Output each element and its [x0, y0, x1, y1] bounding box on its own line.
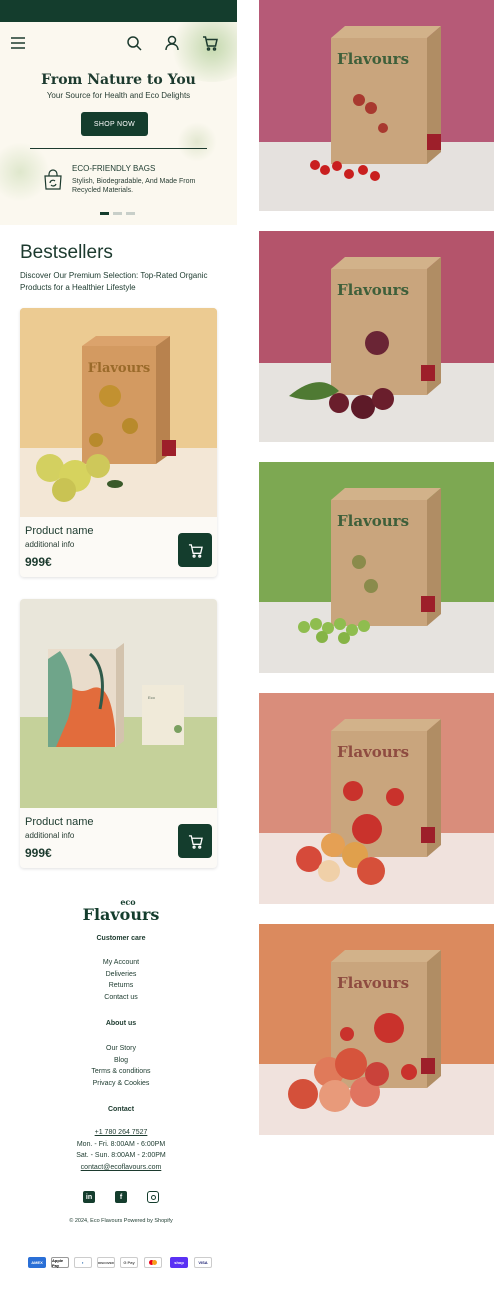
- phone-link[interactable]: +1 780 264 7527: [0, 1127, 242, 1139]
- shop-now-button[interactable]: SHOP NOW: [81, 112, 148, 136]
- add-to-cart-button[interactable]: [178, 824, 212, 858]
- mastercard-icon: [144, 1257, 162, 1268]
- svg-text:Flavours: Flavours: [337, 512, 409, 530]
- product-price: 999€: [25, 846, 52, 860]
- footer-links-about: Our Story Blog Terms & conditions Privac…: [0, 1043, 242, 1089]
- apple-pay-icon: Apple Pay: [51, 1257, 69, 1268]
- product-name[interactable]: Product name: [25, 525, 93, 537]
- hero-subtitle: Your Source for Health and Eco Delights: [46, 91, 191, 100]
- slider-dot[interactable]: [100, 212, 109, 215]
- leaf-decoration: [177, 122, 217, 162]
- cart-icon: [188, 543, 203, 558]
- footer-link-privacy[interactable]: Privacy & Cookies: [0, 1078, 242, 1090]
- footer-link-blog[interactable]: Blog: [0, 1055, 242, 1067]
- svg-text:Flavours: Flavours: [337, 974, 409, 992]
- footer-link-terms[interactable]: Terms & conditions: [0, 1066, 242, 1078]
- shop-pay-icon: shop: [170, 1257, 188, 1268]
- product-image[interactable]: Eco: [20, 599, 217, 808]
- discover-icon: DISCOVER: [97, 1257, 115, 1268]
- svg-text:Flavours: Flavours: [337, 281, 409, 299]
- facebook-icon[interactable]: f: [115, 1191, 127, 1203]
- footer-logo[interactable]: eco Flavours: [0, 898, 242, 924]
- search-icon[interactable]: [125, 34, 143, 52]
- footer-heading: Contact: [107, 1106, 135, 1113]
- footer-link-our-story[interactable]: Our Story: [0, 1043, 242, 1055]
- product-price: 999€: [25, 555, 52, 569]
- email-link[interactable]: contact@ecoflavours.com: [0, 1162, 242, 1174]
- cart-icon: [188, 834, 203, 849]
- product-image[interactable]: Flavours: [20, 308, 217, 517]
- product-info: additional info: [25, 831, 75, 840]
- google-pay-icon: G Pay: [120, 1257, 138, 1268]
- footer-heading: About us: [105, 1020, 137, 1027]
- product-card[interactable]: Flavours Product name additional info 99…: [20, 308, 217, 577]
- instagram-icon[interactable]: [147, 1191, 159, 1203]
- footer-link-deliveries[interactable]: Deliveries: [0, 969, 242, 981]
- footer-link-returns[interactable]: Returns: [0, 980, 242, 992]
- product-photo-apple-orange[interactable]: Flavours: [259, 924, 494, 1135]
- product-card[interactable]: Eco Product name additional info 999€: [20, 599, 217, 868]
- product-name[interactable]: Product name: [25, 816, 93, 828]
- footer-links-customer-care: My Account Deliveries Returns Contact us: [0, 957, 242, 1003]
- svg-text:Flavours: Flavours: [337, 743, 409, 761]
- amex-icon: AMEX: [28, 1257, 46, 1268]
- svg-text:Flavours: Flavours: [337, 50, 409, 68]
- add-to-cart-button[interactable]: [178, 533, 212, 567]
- user-icon[interactable]: [163, 34, 181, 52]
- product-photo-gooseberry[interactable]: Flavours: [259, 462, 494, 673]
- cart-icon[interactable]: [201, 34, 219, 52]
- product-photo-beetroot[interactable]: Flavours: [259, 231, 494, 442]
- svg-text:Eco: Eco: [148, 695, 156, 700]
- hours-weekend: Sat. - Sun. 8:00AM - 2:00PM: [76, 1152, 166, 1159]
- section-subtitle: Discover Our Premium Selection: Top-Rate…: [20, 271, 208, 292]
- product-photo-redcurrant[interactable]: Flavours: [259, 0, 494, 211]
- hamburger-menu-icon[interactable]: [9, 34, 27, 52]
- feature-description: Stylish, Biodegradable, And Made From Re…: [72, 178, 196, 194]
- linkedin-icon[interactable]: in: [83, 1191, 95, 1203]
- copyright: © 2024, Eco Flavours Powered by Shopify: [69, 1218, 173, 1224]
- section-title: Bestsellers: [20, 242, 113, 263]
- footer-heading: Customer care: [96, 935, 146, 942]
- feature-title: ECO-FRIENDLY BAGS: [72, 164, 156, 173]
- hero-banner: From Nature to You Your Source for Healt…: [0, 22, 237, 225]
- hero-title: From Nature to You: [41, 72, 196, 88]
- hours-weekdays: Mon. - Fri. 8:00AM - 6:00PM: [76, 1140, 166, 1148]
- slider-dot[interactable]: [126, 212, 135, 215]
- product-photo-apple-red[interactable]: Flavours: [259, 693, 494, 904]
- svg-text:Flavours: Flavours: [88, 361, 150, 376]
- footer-link-contact-us[interactable]: Contact us: [0, 992, 242, 1004]
- divider: [30, 148, 207, 149]
- announcement-bar: [0, 0, 237, 22]
- footer-link-my-account[interactable]: My Account: [0, 957, 242, 969]
- diners-icon: ◐: [74, 1257, 92, 1268]
- slider-dot[interactable]: [113, 212, 122, 215]
- visa-icon: VISA: [194, 1257, 212, 1268]
- product-info: additional info: [25, 540, 75, 549]
- slider-dots: [100, 212, 135, 215]
- eco-bag-icon: [42, 169, 64, 191]
- footer-contact: +1 780 264 7527 Mon. - Fri. 8:00AM - 6:0…: [0, 1127, 242, 1173]
